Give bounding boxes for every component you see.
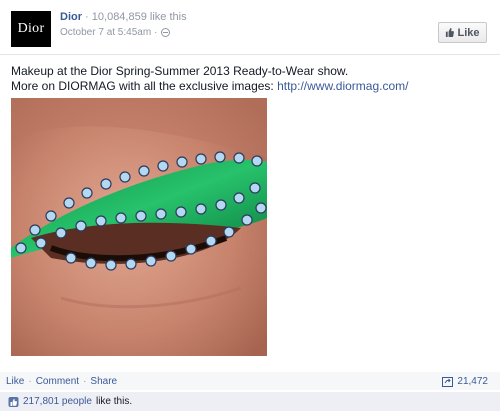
likers-count-link[interactable]: 217,801 people <box>23 396 92 407</box>
page-avatar[interactable]: Dior <box>11 11 51 47</box>
share-count-value: 21,472 <box>457 376 488 387</box>
header-divider <box>0 54 500 55</box>
action-separator: · <box>28 375 32 387</box>
like-page-button[interactable]: Like <box>438 22 487 43</box>
share-icon <box>442 376 454 387</box>
diormag-link[interactable]: http://www.diormag.com/ <box>277 79 408 93</box>
post-text-line-1: Makeup at the Dior Spring-Summer 2013 Re… <box>11 64 349 78</box>
comment-action[interactable]: Comment <box>36 376 79 387</box>
like-button-label: Like <box>457 26 480 39</box>
post-actions-bar: Like · Comment · Share <box>0 372 500 390</box>
action-separator: · <box>83 375 87 387</box>
thumbs-up-icon <box>8 396 19 407</box>
page-name-link[interactable]: Dior <box>60 11 82 23</box>
eye-makeup-image <box>11 98 267 356</box>
avatar-logo-text: Dior <box>17 21 45 36</box>
post-text-prefix: More on DIORMAG with all the exclusive i… <box>11 79 278 93</box>
share-action[interactable]: Share <box>90 376 117 387</box>
post-header: Dior · 10,084,859 like this <box>60 11 187 23</box>
post-timestamp[interactable]: October 7 at 5:45am <box>60 27 151 38</box>
thumbs-up-icon <box>446 28 455 37</box>
share-count[interactable]: 21,472 <box>442 376 488 387</box>
likers-summary: 217,801 people like this. <box>0 392 500 411</box>
post-message: Makeup at the Dior Spring-Summer 2013 Re… <box>11 64 491 94</box>
page-like-count: 10,084,859 like this <box>91 11 187 23</box>
globe-icon <box>160 28 170 37</box>
post-photo[interactable] <box>11 98 267 356</box>
header-separator: · <box>82 11 92 23</box>
post-text-line-2: More on DIORMAG with all the exclusive i… <box>11 79 491 94</box>
likers-suffix: like this. <box>95 396 133 407</box>
like-action[interactable]: Like <box>6 376 24 387</box>
meta-separator: · <box>154 27 158 38</box>
post-meta: October 7 at 5:45am · <box>60 27 170 38</box>
